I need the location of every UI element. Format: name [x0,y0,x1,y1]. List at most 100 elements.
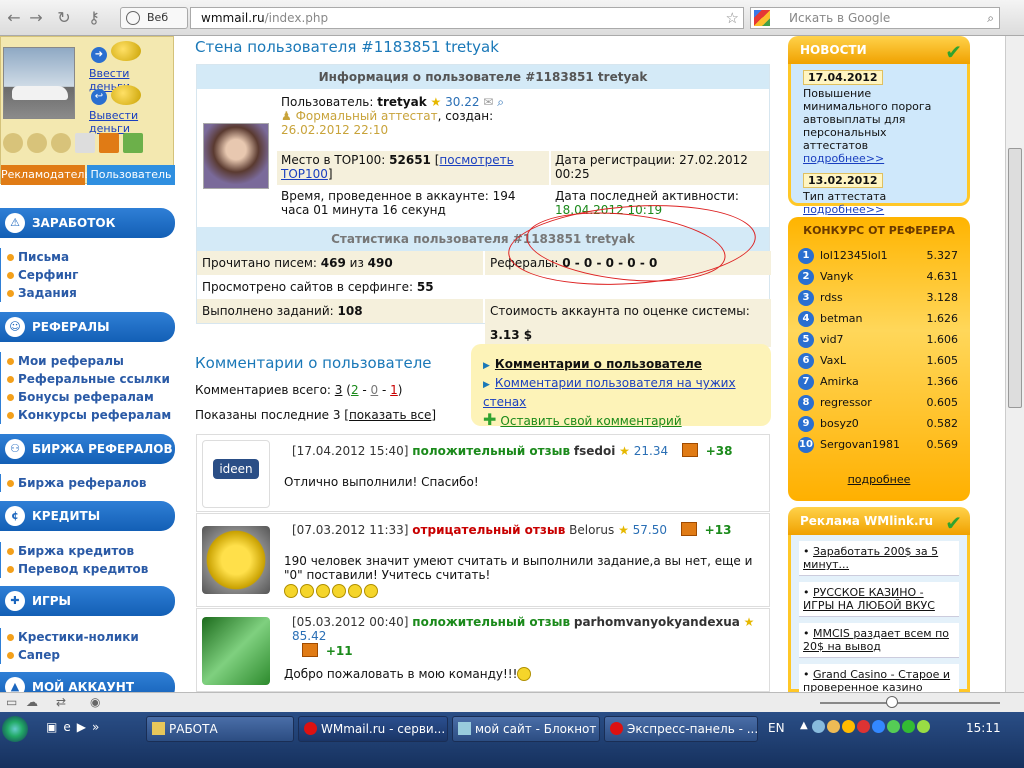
comment-avatar [202,617,270,685]
add-comment-link[interactable]: Оставить свой комментарий [500,414,681,428]
top100-label: Место в TOP100: [281,153,386,167]
section-credits[interactable]: ¢ КРЕДИТЫ [0,501,175,531]
tray-icon[interactable] [827,720,840,733]
comments-total-link[interactable]: 3 [335,383,343,397]
search-input[interactable]: Искать в Google ⌕ [750,7,1000,29]
menu-credit-transfer[interactable]: Перевод кредитов [1,560,175,578]
section-my-account[interactable]: ▲ МОЙ АККАУНТ [0,672,175,692]
comment-author: parhomvanyokyandexua [573,615,740,629]
ad-link[interactable]: РУССКОЕ КАЗИНО - ИГРЫ НА ЛЮБОЙ ВКУС [803,586,935,612]
contest-row: 4 betman 1.626 [788,308,970,329]
menu-referral-exchange[interactable]: Биржа рефералов [1,474,175,492]
exchange-menu: Биржа рефералов [0,474,175,492]
search-icon[interactable]: ⌕ [987,8,994,28]
menu-tictactoe[interactable]: Крестики-нолики [1,628,175,646]
tab-user[interactable]: Пользователь [87,165,175,185]
ad-link[interactable]: Заработать 200$ за 5 минут... [803,545,938,571]
letters-of: из [349,256,364,270]
tab-advertiser[interactable]: Рекламодатель [1,165,91,185]
section-earnings[interactable]: ⚠ ЗАРАБОТОК [0,208,175,238]
url-path: /index.php [264,11,329,25]
web-badge[interactable]: Веб [120,7,188,29]
chevron-icon[interactable]: » [92,720,105,734]
smiley-icon [364,584,378,598]
contest-score: 1.605 [926,354,959,367]
back-icon[interactable]: ← [4,8,24,28]
task-button[interactable]: РАБОТА [146,716,294,742]
comment-meta: [05.03.2012 00:40] положительный отзыв p… [292,615,762,658]
zoom-slider-knob[interactable] [886,696,898,708]
menu-letters[interactable]: Письма [1,248,175,266]
menu-tasks[interactable]: Задания [1,284,175,302]
mail-icon[interactable]: ✉ [483,95,493,109]
task-button[interactable]: мой сайт - Блокнот [452,716,600,742]
task-button[interactable]: Экспресс-панель - ... [604,716,758,742]
ad-link[interactable]: Grand Casino - Старое и проверенное кази… [803,668,950,692]
contest-row: 7 Amirka 1.366 [788,371,970,392]
info-body: Пользователь: tretyak ★ 30.22 ✉ ⌕ ♟ Форм… [197,89,769,227]
referrals-menu: Мои рефералы Реферальные ссылки Бонусы р… [0,352,175,424]
comments-negative-link[interactable]: 1 [390,383,398,397]
show-all-link[interactable]: показать все [349,408,431,422]
section-title: БИРЖА РЕФЕРАЛОВ [32,442,173,456]
comments-others-link[interactable]: Комментарии пользователя на чужих стенах [483,376,736,409]
media-icon[interactable]: ▶ [77,720,92,734]
comment-time: [17.04.2012 15:40] [292,444,409,458]
tray-icon[interactable] [812,720,825,733]
scrollbar-thumb[interactable] [1008,148,1022,408]
google-icon[interactable] [754,10,770,26]
clock[interactable]: 15:11 [966,721,1001,735]
reload-icon[interactable]: ↻ [54,8,74,28]
address-bar[interactable]: wmmail.ru/index.php ☆ [190,7,744,29]
chest-icon [302,643,318,657]
share-icon[interactable]: ⇄ [56,695,66,709]
contest-score: 0.569 [926,438,959,451]
menu-referral-links[interactable]: Реферальные ссылки [1,370,175,388]
menu-minesweeper[interactable]: Сапер [1,646,175,664]
contest-more-link[interactable]: подробнее [788,473,970,486]
forward-icon[interactable]: → [26,8,46,28]
menu-my-referrals[interactable]: Мои рефералы [1,352,175,370]
contest-username: bosyz0 [820,417,859,430]
contest-username: VaxL [820,354,847,367]
panel-icon[interactable]: ▭ [6,695,17,709]
bookmark-star-icon[interactable]: ☆ [726,8,739,28]
tray-icon[interactable] [872,720,885,733]
quicklaunch-icon[interactable]: ▣ [46,720,63,734]
start-button[interactable] [2,716,28,742]
news-more-link[interactable]: подробнее>> [803,203,955,216]
tray-icon[interactable] [842,720,855,733]
registration-cell: Дата регистрации: 27.02.2012 00:25 [551,151,769,185]
news-more-link[interactable]: подробнее>> [803,152,955,165]
tray-icon[interactable] [857,720,870,733]
tray-icon[interactable] [917,720,930,733]
comments-about-link[interactable]: Комментарии о пользователе [495,357,702,371]
section-referrals[interactable]: ☺ РЕФЕРАЛЫ [0,312,175,342]
tray-icon[interactable] [887,720,900,733]
magnifier-icon[interactable]: ⌕ [497,95,504,109]
left-sidebar: ➜ Ввести деньги ↩ Вывести деньги Рекламо… [0,36,175,692]
menu-credit-exchange[interactable]: Биржа кредитов [1,542,175,560]
section-referral-exchange[interactable]: ⚇ БИРЖА РЕФЕРАЛОВ [0,434,175,464]
section-games[interactable]: ✚ ИГРЫ [0,586,175,616]
ad-link[interactable]: MMCIS раздает всем по 20$ на вывод [803,627,949,653]
vertical-scrollbar[interactable] [1005,36,1024,692]
last-activity-label: Дата последней активности: [555,189,739,203]
menu-referral-bonuses[interactable]: Бонусы рефералам [1,388,175,406]
rank-badge: 5 [798,332,814,348]
tray-icon[interactable] [902,720,915,733]
zoom-slider[interactable] [820,696,1000,708]
tray-expand-icon[interactable]: ▲ [800,720,810,733]
comments-neutral-link[interactable]: 0 [371,383,379,397]
cloud-icon[interactable]: ☁ [26,695,38,709]
language-indicator[interactable]: EN [768,721,785,735]
speed-dial-icon[interactable]: ◉ [90,695,100,709]
withdraw-link[interactable]: Вывести деньги [89,109,173,135]
ie-icon[interactable]: e [63,720,76,734]
comments-positive-link[interactable]: 2 [351,383,359,397]
menu-surfing[interactable]: Серфинг [1,266,175,284]
cost-stat: Стоимость аккаунта по оценке системы: 3.… [485,299,771,347]
menu-referral-contests[interactable]: Конкурсы рефералам [1,406,175,424]
task-button[interactable]: WMmail.ru - серви... [298,716,448,742]
key-icon[interactable]: ⚷ [84,8,104,28]
